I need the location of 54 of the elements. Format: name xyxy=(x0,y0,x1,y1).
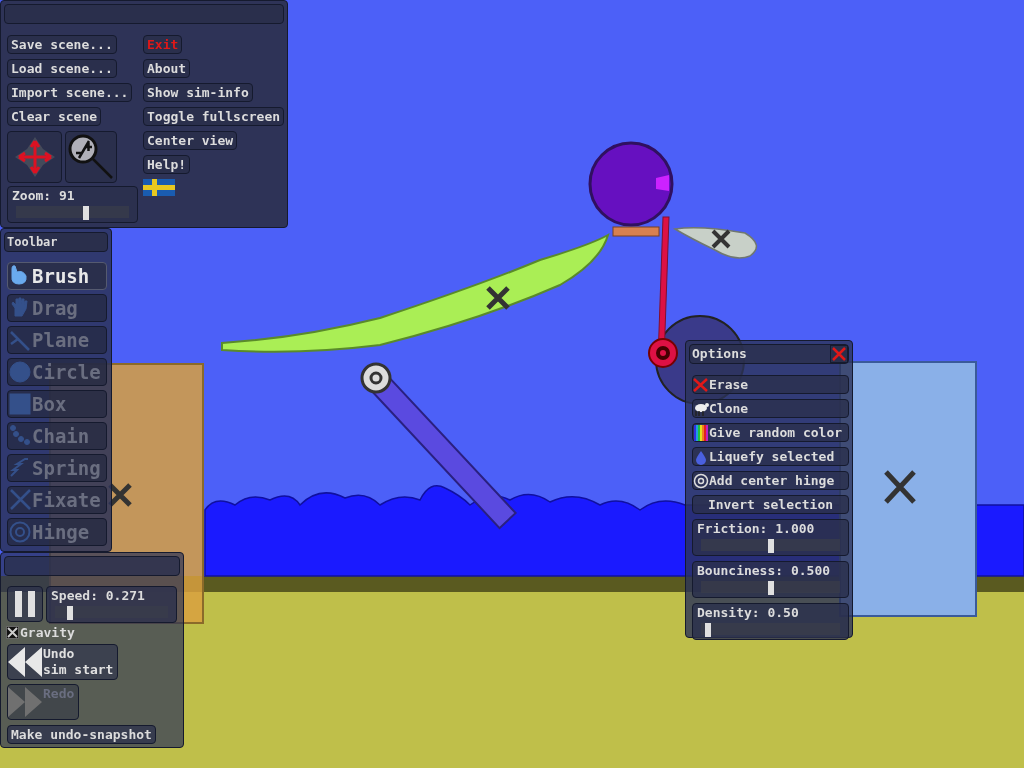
plank xyxy=(612,226,660,237)
menu-button[interactable]: About xyxy=(143,59,191,78)
hinge-icon xyxy=(648,338,678,368)
panel-title: Options xyxy=(692,345,747,364)
panel-title: Toolbar xyxy=(4,232,108,252)
zoom-button[interactable] xyxy=(65,131,117,183)
erase-icon xyxy=(693,376,709,393)
slider[interactable]: Speed: 0.271 xyxy=(46,586,177,623)
menu-button[interactable]: Clear scene xyxy=(7,107,102,126)
flag-icon[interactable] xyxy=(143,179,175,196)
rainbow-icon xyxy=(693,424,709,441)
x-mark-icon xyxy=(883,469,917,505)
menu-button[interactable]: Show sim-info xyxy=(143,83,253,102)
menu-button[interactable]: Save scene... xyxy=(7,35,117,54)
plane-icon xyxy=(9,328,31,352)
close-icon xyxy=(832,347,846,361)
option-button[interactable]: Liquefy selected xyxy=(692,447,849,466)
close-button[interactable] xyxy=(830,345,848,363)
hinge-icon xyxy=(693,472,709,489)
zoom-icon xyxy=(67,133,115,181)
fixate-icon xyxy=(9,488,31,512)
pause-button[interactable] xyxy=(7,586,43,622)
slider[interactable]: Zoom: 91 xyxy=(7,186,138,223)
undo-button[interactable]: Undo sim start xyxy=(7,644,119,680)
x-mark-icon xyxy=(485,285,511,311)
snapshot-button[interactable]: Make undo-snapshot xyxy=(7,725,156,744)
box-icon xyxy=(9,392,31,416)
move-button[interactable] xyxy=(7,131,62,183)
menu-button[interactable]: Toggle fullscreen xyxy=(143,107,285,126)
option-button[interactable]: Give random color xyxy=(692,423,849,442)
menu-button[interactable]: Center view xyxy=(143,131,238,150)
slider[interactable]: Friction: 1.000 xyxy=(692,519,849,556)
slider[interactable]: Density: 0.50 xyxy=(692,603,849,640)
option-button[interactable]: Erase xyxy=(692,375,849,394)
sheep-icon xyxy=(693,400,709,417)
menu-button[interactable]: Load scene... xyxy=(7,59,117,78)
menu-button[interactable]: Help! xyxy=(143,155,191,174)
option-button[interactable]: Invert selection xyxy=(692,495,849,514)
drag-icon xyxy=(9,296,31,320)
hinge-icon xyxy=(9,520,31,544)
gravity-label: Gravity xyxy=(20,625,75,640)
x-mark-icon xyxy=(711,229,731,249)
menu-button[interactable]: Import scene... xyxy=(7,83,133,102)
hinge-icon xyxy=(360,362,392,394)
tool-button[interactable]: Brush xyxy=(7,262,107,290)
option-button[interactable]: Clone xyxy=(692,399,849,418)
pause-icon xyxy=(15,591,35,617)
slider[interactable]: Bounciness: 0.500 xyxy=(692,561,849,598)
rewind-icon xyxy=(8,647,42,677)
option-button[interactable]: Add center hinge xyxy=(692,471,849,490)
fast-forward-icon xyxy=(8,687,42,717)
chain-icon xyxy=(9,424,31,448)
gravity-checkbox[interactable] xyxy=(6,626,19,639)
circle-icon xyxy=(9,360,31,384)
